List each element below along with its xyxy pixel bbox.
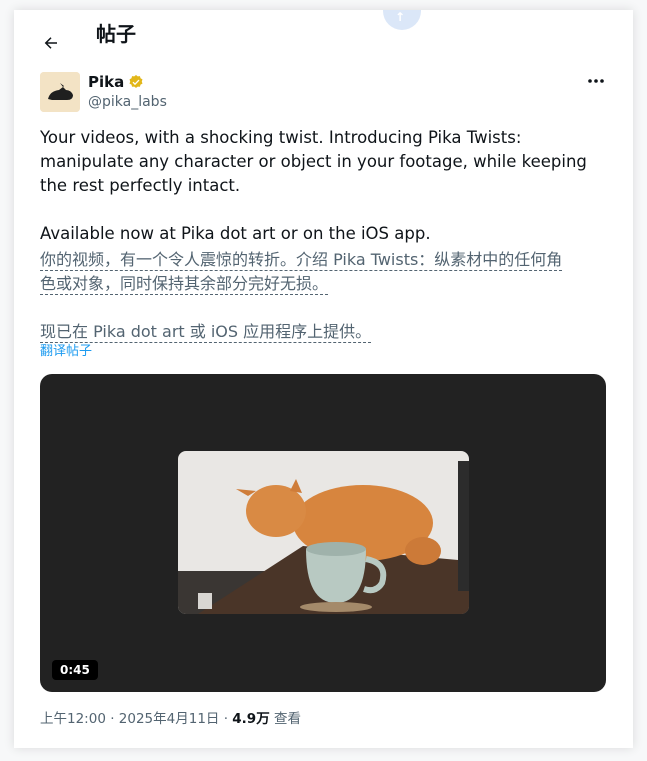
translation-line-3: 现已在 Pika dot art 或 iOS 应用程序上提供。 [40, 322, 372, 343]
author-handle[interactable]: @pika_labs [88, 93, 167, 111]
more-button[interactable] [584, 72, 608, 90]
post-meta: 上午12:00 · 2025年4月11日 · 4.9万 查看 [40, 710, 301, 728]
translation-line-2: 色或对象，同时保持其余部分完好无损。 [40, 274, 329, 295]
back-button[interactable] [40, 32, 62, 54]
post-timestamp[interactable]: 上午12:00 · 2025年4月11日 · [40, 711, 232, 727]
floating-indicator[interactable]: ↑ [383, 10, 421, 30]
tweet-text: Your videos, with a shocking twist. Intr… [40, 128, 587, 243]
more-icon [588, 79, 604, 83]
verified-badge-icon [129, 75, 143, 88]
post-card: ↑ 帖子 Pika @pika_labs Your videos, with a… [14, 10, 633, 748]
avatar[interactable] [40, 72, 80, 112]
video-frame [178, 451, 469, 614]
translate-post-link[interactable]: 翻译帖子 [40, 343, 92, 361]
back-arrow-icon [44, 37, 57, 49]
author-name-label: Pika [88, 73, 125, 91]
video-player[interactable]: 0:45 [40, 374, 606, 692]
translation-line-1: 你的视频，有一个令人震惊的转折。介绍 Pika Twists：纵素材中的任何角 [40, 250, 563, 271]
page-title: 帖子 [96, 22, 136, 46]
author-name[interactable]: Pika [88, 72, 144, 92]
view-count: 4.9万 [232, 711, 270, 727]
views-label: 查看 [269, 711, 301, 727]
video-duration: 0:45 [52, 660, 98, 680]
